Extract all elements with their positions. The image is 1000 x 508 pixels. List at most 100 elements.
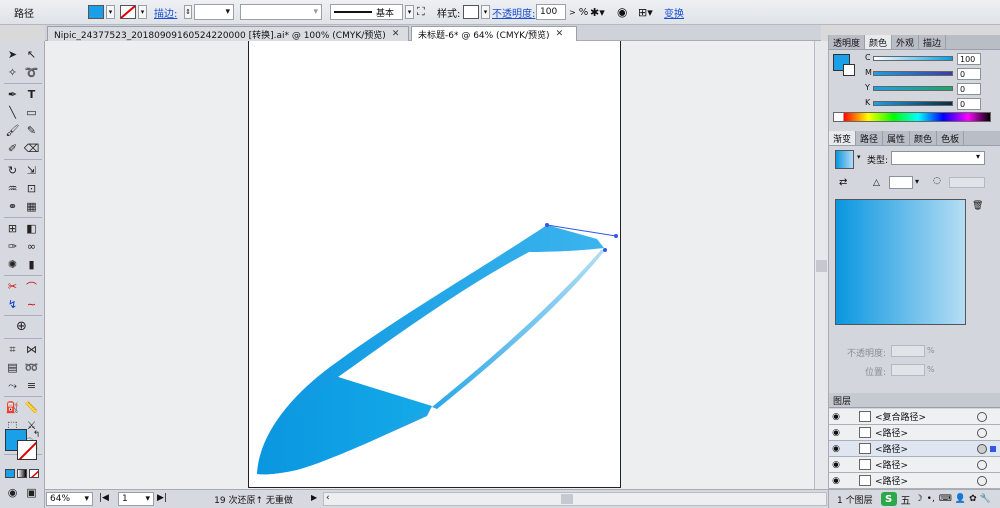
lasso-tool-icon[interactable]: ➰ (23, 64, 40, 81)
keyboard-icon[interactable]: ⌨ (939, 494, 952, 504)
angle-dropdown-icon[interactable]: ▾ (915, 177, 919, 186)
transform-link[interactable]: 变换 (664, 3, 684, 21)
zoom-select[interactable]: 64% ▾ (46, 492, 93, 506)
layer-row[interactable]: ◉ <路径> (829, 457, 1000, 473)
visibility-icon[interactable]: ◉ (829, 444, 843, 454)
tab-color[interactable]: 颜色 (865, 35, 893, 49)
tab-attributes[interactable]: 属性 (883, 131, 911, 145)
rotate-tool-icon[interactable]: ↻ (4, 162, 21, 179)
reverse-gradient-icon[interactable]: ⇄ (839, 177, 847, 188)
blend-tool-icon[interactable]: ∞ (23, 238, 40, 255)
scroll-thumb[interactable] (816, 260, 827, 272)
layer-name[interactable]: <路径> (875, 474, 977, 487)
tab-appearance[interactable]: 外观 (892, 35, 920, 49)
layer-name[interactable]: <路径> (875, 442, 977, 455)
gradient-mode-icon[interactable] (17, 469, 27, 478)
layer-name[interactable]: <路径> (875, 426, 977, 439)
delete-stop-icon[interactable]: 🗑 (972, 201, 983, 211)
artboard-select[interactable]: 1 ▾ (118, 492, 154, 506)
visibility-icon[interactable]: ◉ (829, 476, 843, 486)
color-mode-icon[interactable] (5, 469, 15, 478)
rectangle-tool-icon[interactable]: ▭ (23, 104, 40, 121)
layer-row-selected[interactable]: ◉ <路径> (829, 441, 1000, 457)
perspective-grid-tool-icon[interactable]: ▦ (23, 198, 40, 215)
horizontal-scrollbar[interactable]: ‹ (323, 492, 827, 506)
free-transform-tool-icon[interactable]: ⊡ (23, 180, 40, 197)
shape-builder-tool-icon[interactable]: ⚭ (4, 198, 21, 215)
person-icon[interactable]: 👤 (955, 494, 966, 504)
scale-tool-icon[interactable]: ⇲ (23, 162, 40, 179)
paintbrush-tool-icon[interactable]: 🖌 (4, 122, 21, 139)
screen-mode-icon[interactable]: ▣ (23, 484, 40, 501)
type-tool-icon[interactable]: T (23, 86, 40, 103)
line-tool-icon[interactable]: ╲ (4, 104, 21, 121)
tab-pathfinder[interactable]: 路径 (856, 131, 884, 145)
aspect-ratio-input[interactable] (949, 177, 985, 188)
next-artboard-icon[interactable]: ▶| (157, 493, 167, 503)
target-icon[interactable] (977, 459, 987, 470)
tab-color-guide[interactable]: 颜色 (910, 131, 938, 145)
artboard-tool-icon[interactable]: ⌗ (4, 341, 21, 358)
target-icon[interactable] (977, 475, 987, 486)
hull-edge[interactable] (432, 249, 606, 409)
y-value[interactable]: 0 (957, 83, 981, 95)
m-slider[interactable] (873, 71, 953, 76)
close-icon[interactable]: ✕ (556, 29, 564, 39)
tab-stroke[interactable]: 描边 (919, 35, 947, 49)
stroke-weight-stepper[interactable]: ⇕ (184, 5, 192, 19)
ime-logo-icon[interactable]: S (880, 492, 897, 506)
eraser-tool-icon[interactable]: ⌫ (23, 140, 40, 157)
isolate-icon[interactable]: ◉ (617, 3, 627, 21)
prev-artboard-icon[interactable]: |◀ (99, 493, 109, 503)
none-mode-icon[interactable] (29, 469, 39, 478)
wrench-icon[interactable]: 🔧 (980, 494, 991, 504)
tab-transparency[interactable]: 透明度 (829, 35, 866, 49)
k-slider[interactable] (873, 101, 953, 106)
tab-gradient[interactable]: 渐变 (829, 131, 857, 145)
measure-tool-icon[interactable]: 📏 (23, 399, 40, 416)
k-value[interactable]: 0 (957, 98, 981, 110)
target-icon[interactable] (977, 427, 987, 438)
swap-colors-icon[interactable]: ↰ (28, 426, 45, 443)
close-icon[interactable]: ✕ (392, 29, 400, 39)
layer-name[interactable]: <复合路径> (875, 410, 977, 423)
punctuation-icon[interactable]: •, (927, 494, 935, 504)
c-value[interactable]: 100 (957, 53, 981, 65)
convert-anchor-icon[interactable]: ⌒ (23, 278, 40, 295)
layer-row[interactable]: ◉ <路径> (829, 425, 1000, 441)
tab-nipic-document[interactable]: Nipic_24377523_20180909160524220000 [转换]… (47, 26, 409, 41)
gradient-opacity-input[interactable] (891, 345, 925, 357)
mesh-tool-icon[interactable]: ⊞ (4, 220, 21, 237)
twirl-tool-icon[interactable]: ➿ (23, 359, 40, 376)
knife-tool-icon[interactable]: ⤳ (4, 377, 21, 394)
visibility-icon[interactable]: ◉ (829, 460, 843, 470)
variable-width-dropdown[interactable]: ▾ (240, 4, 322, 20)
opacity-link[interactable]: 不透明度: (492, 3, 535, 21)
layer-name[interactable]: <路径> (875, 458, 977, 471)
column-graph-tool-icon[interactable]: ▮ (23, 256, 40, 273)
layer-row[interactable]: ◉ <复合路径> (829, 409, 1000, 425)
blob-brush-tool-icon[interactable]: ✐ (4, 140, 21, 157)
anchor-point-tool-icon[interactable]: ↯ (4, 296, 21, 313)
pencil-tool-icon[interactable]: ✎ (23, 122, 40, 139)
warp-tool-icon[interactable]: ♒ (4, 180, 21, 197)
selection-tool-icon[interactable]: ➤ (4, 46, 21, 63)
gradient-preview[interactable] (835, 199, 966, 325)
canvas-area[interactable] (45, 41, 814, 489)
lines-tool-icon[interactable]: ≡ (23, 377, 40, 394)
add-anchor-point-icon[interactable]: ✂ (4, 278, 21, 295)
stroke-link[interactable]: 描边: (154, 3, 177, 21)
stroke-color-box[interactable] (17, 440, 37, 460)
boat-artwork[interactable] (45, 41, 814, 489)
fill-swatch[interactable] (88, 5, 104, 19)
fill-dropdown[interactable]: ▾ (106, 5, 115, 19)
color-spectrum[interactable] (833, 112, 991, 122)
magic-wand-tool-icon[interactable]: ✧ (4, 64, 21, 81)
selection-indicator-icon[interactable] (990, 445, 996, 452)
opacity-input[interactable]: 100 (536, 4, 566, 20)
gradient-tool-icon[interactable]: ◧ (23, 220, 40, 237)
skin-icon[interactable]: ✿ (969, 494, 977, 504)
visibility-icon[interactable]: ◉ (829, 412, 843, 422)
pen-tool-icon[interactable]: ✒ (4, 86, 21, 103)
align-options-icon[interactable]: ⊞▾ (638, 3, 653, 21)
